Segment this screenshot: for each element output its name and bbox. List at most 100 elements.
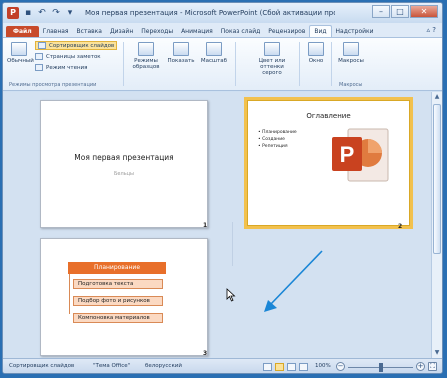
window-button[interactable]: Окно — [305, 42, 327, 64]
maximize-button[interactable]: □ — [391, 5, 409, 18]
notes-page-icon — [35, 53, 43, 60]
powerpoint-logo-icon: P — [332, 128, 389, 182]
status-bar: Сортировщик слайдов "Тема Office" белору… — [3, 358, 442, 373]
normal-view-button[interactable]: Обычный — [7, 42, 34, 64]
ribbon-tabs: Файл Главная Вставка Дизайн Переходы Ани… — [3, 23, 442, 38]
scroll-thumb[interactable] — [433, 104, 441, 254]
master-views-icon — [138, 42, 154, 56]
tab-view[interactable]: Вид — [309, 25, 332, 37]
window-icon — [308, 42, 324, 56]
tab-addins[interactable]: Надстройки — [332, 26, 378, 37]
tab-slideshow[interactable]: Показ слайд — [217, 26, 264, 37]
slide-sorter-label: Сортировщик слайдов — [49, 42, 115, 49]
slide-2-bullets: Планирование Создание Репетиция — [258, 129, 297, 150]
slide-thumbnail-1[interactable]: Моя первая презентация Бельцы — [40, 100, 208, 228]
slide-3-item: Подбор фото и рисунков — [73, 296, 163, 306]
tab-file[interactable]: Файл — [6, 26, 39, 37]
slide-sorter-icon — [38, 42, 46, 49]
slide-2-bullet: Репетиция — [258, 143, 297, 150]
ribbon-separator — [123, 42, 124, 86]
slide-3-item: Компоновка материалов — [73, 313, 163, 323]
save-icon[interactable]: ▪ — [23, 8, 33, 18]
slide-number-3: 3 — [203, 350, 208, 357]
reading-view-icon — [35, 64, 43, 71]
slide-number-1: 1 — [203, 222, 208, 229]
scroll-up-icon[interactable]: ▲ — [432, 92, 442, 102]
ribbon-separator — [299, 42, 300, 86]
undo-icon[interactable]: ↶ — [37, 8, 47, 18]
slide-sorter-button[interactable]: Сортировщик слайдов — [35, 41, 118, 50]
slide-sorter-area[interactable]: Моя первая презентация Бельцы 1 Оглавлен… — [3, 92, 433, 358]
normal-view-icon — [11, 42, 27, 56]
tab-design[interactable]: Дизайн — [106, 26, 137, 37]
zoom-out-icon[interactable]: − — [336, 362, 345, 371]
reading-view-label: Режим чтения — [46, 64, 88, 71]
window-title: Моя первая презентация - Microsoft Power… — [85, 9, 335, 17]
close-button[interactable]: ✕ — [410, 5, 438, 18]
color-grayscale-button[interactable]: Цвет или оттенки серого — [251, 42, 293, 76]
window-controls: – □ ✕ — [371, 5, 438, 18]
powerpoint-app-icon[interactable]: P — [7, 7, 19, 19]
window-label: Окно — [308, 58, 324, 64]
tab-animations[interactable]: Анимация — [177, 26, 217, 37]
status-view-name: Сортировщик слайдов — [9, 363, 75, 369]
slide-thumbnail-2[interactable]: Оглавление Планирование Создание Репетиц… — [244, 97, 413, 229]
normal-view-status-icon[interactable] — [263, 363, 272, 371]
insertion-divider — [232, 222, 233, 266]
zoom-in-icon[interactable]: + — [416, 362, 425, 371]
zoom-label: Масштаб — [200, 58, 228, 64]
slide-sorter-status-icon[interactable] — [275, 363, 284, 371]
slide-thumbnail-3[interactable]: Планирование Подготовка текста Подбор фо… — [40, 238, 208, 356]
status-theme[interactable]: "Тема Office" — [93, 363, 130, 369]
slide-1-title: Моя первая презентация — [74, 153, 174, 162]
zoom-button[interactable]: Масштаб — [199, 42, 229, 64]
minimize-button[interactable]: – — [372, 5, 390, 18]
ribbon-separator — [331, 42, 332, 86]
macros-label: Макросы — [338, 58, 364, 64]
help-icon[interactable]: ▵ ? — [427, 26, 436, 34]
slide-2-title: Оглавление — [306, 112, 351, 120]
zoom-slider-thumb[interactable] — [379, 363, 383, 372]
slide-3-item: Подготовка текста — [73, 279, 163, 289]
master-views-button[interactable]: Режимы образцов — [131, 42, 161, 70]
ribbon-view: Обычный Сортировщик слайдов Страницы зам… — [3, 38, 442, 91]
macros-icon — [343, 42, 359, 56]
tab-home[interactable]: Главная — [39, 26, 73, 37]
tab-transitions[interactable]: Переходы — [137, 26, 177, 37]
title-bar: P ▪ ↶ ↷ ▾ Моя первая презентация - Micro… — [3, 3, 442, 23]
show-icon — [173, 42, 189, 56]
mouse-cursor-icon — [226, 288, 236, 302]
tab-review[interactable]: Рецензиров — [264, 26, 309, 37]
macros-button[interactable]: Макросы — [337, 42, 365, 64]
group-label-views: Режимы просмотра презентации — [9, 82, 97, 88]
slide-2-bullet: Планирование — [258, 129, 297, 136]
show-label: Показать — [167, 58, 195, 64]
slide-1-subtitle: Бельцы — [114, 171, 134, 177]
slide-3-header: Планирование — [68, 262, 166, 274]
group-label-macros: Макросы — [339, 82, 363, 88]
customize-toolbar-icon[interactable]: ▾ — [65, 8, 75, 18]
zoom-icon — [206, 42, 222, 56]
slide-number-2: 2 — [398, 223, 403, 230]
notes-page-button[interactable]: Страницы заметок — [35, 53, 101, 60]
show-button[interactable]: Показать — [167, 42, 195, 64]
fit-to-window-icon[interactable]: ⛶ — [428, 362, 437, 371]
status-language[interactable]: белорусский — [145, 363, 182, 369]
color-grayscale-label: Цвет или оттенки серого — [258, 58, 286, 76]
color-grayscale-icon — [264, 42, 280, 56]
reading-view-button[interactable]: Режим чтения — [35, 64, 87, 71]
vertical-scrollbar[interactable]: ▲ ▼ — [431, 92, 442, 358]
normal-view-label: Обычный — [7, 58, 34, 64]
tab-insert[interactable]: Вставка — [73, 26, 106, 37]
master-views-label: Режимы образцов — [132, 58, 160, 70]
ribbon-separator — [235, 42, 236, 86]
slide-2-bullet: Создание — [258, 136, 297, 143]
notes-page-label: Страницы заметок — [46, 53, 101, 60]
scroll-down-icon[interactable]: ▼ — [432, 348, 442, 358]
svg-text:P: P — [340, 142, 355, 167]
reading-view-status-icon[interactable] — [287, 363, 296, 371]
redo-icon[interactable]: ↷ — [51, 8, 61, 18]
powerpoint-window: P ▪ ↶ ↷ ▾ Моя первая презентация - Micro… — [2, 2, 443, 374]
zoom-level[interactable]: 100% — [315, 363, 331, 369]
slideshow-status-icon[interactable] — [299, 363, 308, 371]
